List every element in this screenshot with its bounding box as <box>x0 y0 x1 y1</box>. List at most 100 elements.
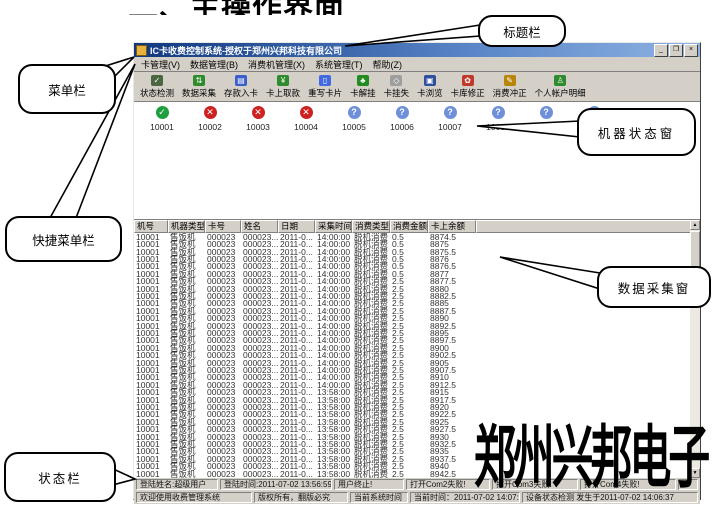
machine-id-label: 10001 <box>150 122 174 132</box>
table-cell: 8942.5 <box>428 469 476 478</box>
shortcut-toolbar: ✓状态检测⇅数据采集▤存款入卡¥卡上取款▯重写卡片♣卡解挂◇卡挂失▣卡浏览✿卡库… <box>134 72 700 102</box>
column-header[interactable]: 卡上余额 <box>428 220 476 233</box>
watermark: 郑州兴邦电子 <box>474 402 707 501</box>
machine-status-fail-icon: ✕ <box>300 106 313 119</box>
menu-item-help[interactable]: 帮助(Z) <box>369 58 407 71</box>
toolbar-label: 卡挂失 <box>384 87 410 99</box>
toolbar-button-deposit-to-card[interactable]: ▤存款入卡 <box>222 75 260 99</box>
card-db-fix-icon: ✿ <box>462 75 474 86</box>
machine-status-item[interactable]: ✕ 10003 <box>238 106 278 132</box>
menu-item-card-mgmt[interactable]: 卡管理(V) <box>137 58 184 71</box>
machine-status-fail-icon: ✕ <box>204 106 217 119</box>
column-header[interactable]: 机号 <box>134 220 168 233</box>
table-cell: 脱机消费 <box>352 468 390 478</box>
machine-id-label: 10003 <box>246 122 270 132</box>
callout-title-bar: 标题栏 <box>478 15 566 47</box>
card-unfreeze-icon: ♣ <box>357 75 369 86</box>
card-browse-icon: ▣ <box>424 75 436 86</box>
machine-id-label: 10007 <box>438 122 462 132</box>
column-header[interactable]: 卡号 <box>205 220 241 233</box>
toolbar-label: 消费冲正 <box>493 87 527 99</box>
column-header[interactable]: 消费金额 <box>390 220 428 233</box>
consume-reversal-icon: ✎ <box>504 75 516 86</box>
window-title-bar[interactable]: IC卡收费控制系统-授权于郑州兴邦科技有限公司 _ ❐ × <box>134 43 700 57</box>
window-controls: _ ❐ × <box>654 44 698 57</box>
callout-menu-bar: 菜单栏 <box>18 64 116 114</box>
machine-status-fail-icon: ✕ <box>252 106 265 119</box>
machine-status-item[interactable]: ✕ 10002 <box>190 106 230 132</box>
toolbar-button-data-collect[interactable]: ⇅数据采集 <box>180 75 218 99</box>
column-header[interactable]: 日期 <box>278 220 315 233</box>
machine-id-label: 10005 <box>342 122 366 132</box>
toolbar-button-status-check[interactable]: ✓状态检测 <box>138 75 176 99</box>
toolbar-label: 状态检测 <box>140 87 174 99</box>
data-collect-icon: ⇅ <box>193 75 205 86</box>
status-panel: 登陆时间:2011-07-02 13:56:59 <box>220 479 332 490</box>
toolbar-label: 个人帐户明细 <box>535 87 586 99</box>
status-panel: 版权所有，翻版必究 <box>254 492 348 503</box>
table-cell: 000023... <box>241 469 278 478</box>
toolbar-label: 数据采集 <box>182 87 216 99</box>
machine-status-item[interactable]: ? 10009 <box>526 106 566 132</box>
toolbar-button-personal-account-detail[interactable]: ♙个人帐户明细 <box>533 75 588 99</box>
scroll-up-icon[interactable]: ▲ <box>690 220 700 230</box>
app-icon <box>136 45 147 56</box>
status-panel: 用户终止! <box>334 479 404 490</box>
personal-account-detail-icon: ♙ <box>554 75 566 86</box>
machine-status-unknown-icon: ? <box>492 106 505 119</box>
card-report-loss-icon: ◇ <box>390 75 402 86</box>
menu-bar: 卡管理(V)数据管理(B)消费机管理(X)系统管理(T)帮助(Z) <box>134 57 700 72</box>
toolbar-label: 卡库修正 <box>451 87 485 99</box>
status-panel: 当前系统时间 <box>350 492 408 503</box>
callout-shortcut-bar: 快捷菜单栏 <box>5 216 122 262</box>
column-header[interactable]: 姓名 <box>241 220 278 233</box>
toolbar-button-card-browse[interactable]: ▣卡浏览 <box>415 75 445 99</box>
machine-status-ok-icon: ✓ <box>156 106 169 119</box>
page: 二、主操作界面 标题栏 菜单栏 快捷菜单栏 机器状态窗 数据采集窗 状态栏 IC… <box>0 0 714 507</box>
machine-status-item[interactable]: ? 10007 <box>430 106 470 132</box>
table-cell: 售饭机 <box>168 468 205 478</box>
toolbar-button-card-unfreeze[interactable]: ♣卡解挂 <box>348 75 378 99</box>
column-header[interactable]: 采集时间 <box>315 220 352 233</box>
toolbar-button-withdraw-from-card[interactable]: ¥卡上取款 <box>264 75 302 99</box>
menu-item-machine-mgmt[interactable]: 消费机管理(X) <box>244 58 309 71</box>
toolbar-button-card-db-fix[interactable]: ✿卡库修正 <box>449 75 487 99</box>
restore-button[interactable]: ❐ <box>669 44 683 57</box>
page-heading: 二、主操作界面 <box>128 0 398 15</box>
machine-id-label: 10006 <box>390 122 414 132</box>
menu-item-data-mgmt[interactable]: 数据管理(B) <box>186 58 242 71</box>
table-cell: 2.5 <box>390 469 428 478</box>
machine-status-unknown-icon: ? <box>348 106 361 119</box>
column-header-filler <box>476 220 700 233</box>
machine-status-item[interactable]: ? 10006 <box>382 106 422 132</box>
machine-status-unknown-icon: ? <box>444 106 457 119</box>
table-header-row: 机号机器类型卡号姓名日期采集时间消费类型消费金额卡上余额 <box>134 220 700 233</box>
toolbar-label: 卡上取款 <box>266 87 300 99</box>
close-button[interactable]: × <box>684 44 698 57</box>
machine-id-label: 10002 <box>198 122 222 132</box>
toolbar-label: 存款入卡 <box>224 87 258 99</box>
window-title: IC卡收费控制系统-授权于郑州兴邦科技有限公司 <box>150 44 654 57</box>
menu-item-system-mgmt[interactable]: 系统管理(T) <box>311 58 367 71</box>
callout-machine-status-window: 机器状态窗 <box>577 108 696 156</box>
status-panel: 欢迎使用收费管理系统 <box>136 492 252 503</box>
toolbar-button-card-report-loss[interactable]: ◇卡挂失 <box>382 75 412 99</box>
column-header[interactable]: 消费类型 <box>352 220 390 233</box>
page-heading-text: 二、主操作界面 <box>128 0 398 15</box>
machine-status-item[interactable]: ? 10008 <box>478 106 518 132</box>
machine-status-unknown-icon: ? <box>396 106 409 119</box>
machine-status-item[interactable]: ✕10004 <box>286 106 326 132</box>
column-header[interactable]: 机器类型 <box>168 220 205 233</box>
machine-status-item[interactable]: ✓ 10001 <box>142 106 182 132</box>
toolbar-button-consume-reversal[interactable]: ✎消费冲正 <box>491 75 529 99</box>
toolbar-label: 重写卡片 <box>308 87 342 99</box>
machine-status-unknown-icon: ? <box>540 106 553 119</box>
table-cell: 10001 <box>134 469 168 478</box>
machine-id-label: 10009 <box>534 122 558 132</box>
table-cell: 000023 <box>205 469 241 478</box>
machine-id-label: 10008 <box>486 122 510 132</box>
toolbar-button-rewrite-card[interactable]: ▯重写卡片 <box>306 75 344 99</box>
status-check-icon: ✓ <box>151 75 163 86</box>
machine-status-item[interactable]: ? 10005 <box>334 106 374 132</box>
minimize-button[interactable]: _ <box>654 44 668 57</box>
